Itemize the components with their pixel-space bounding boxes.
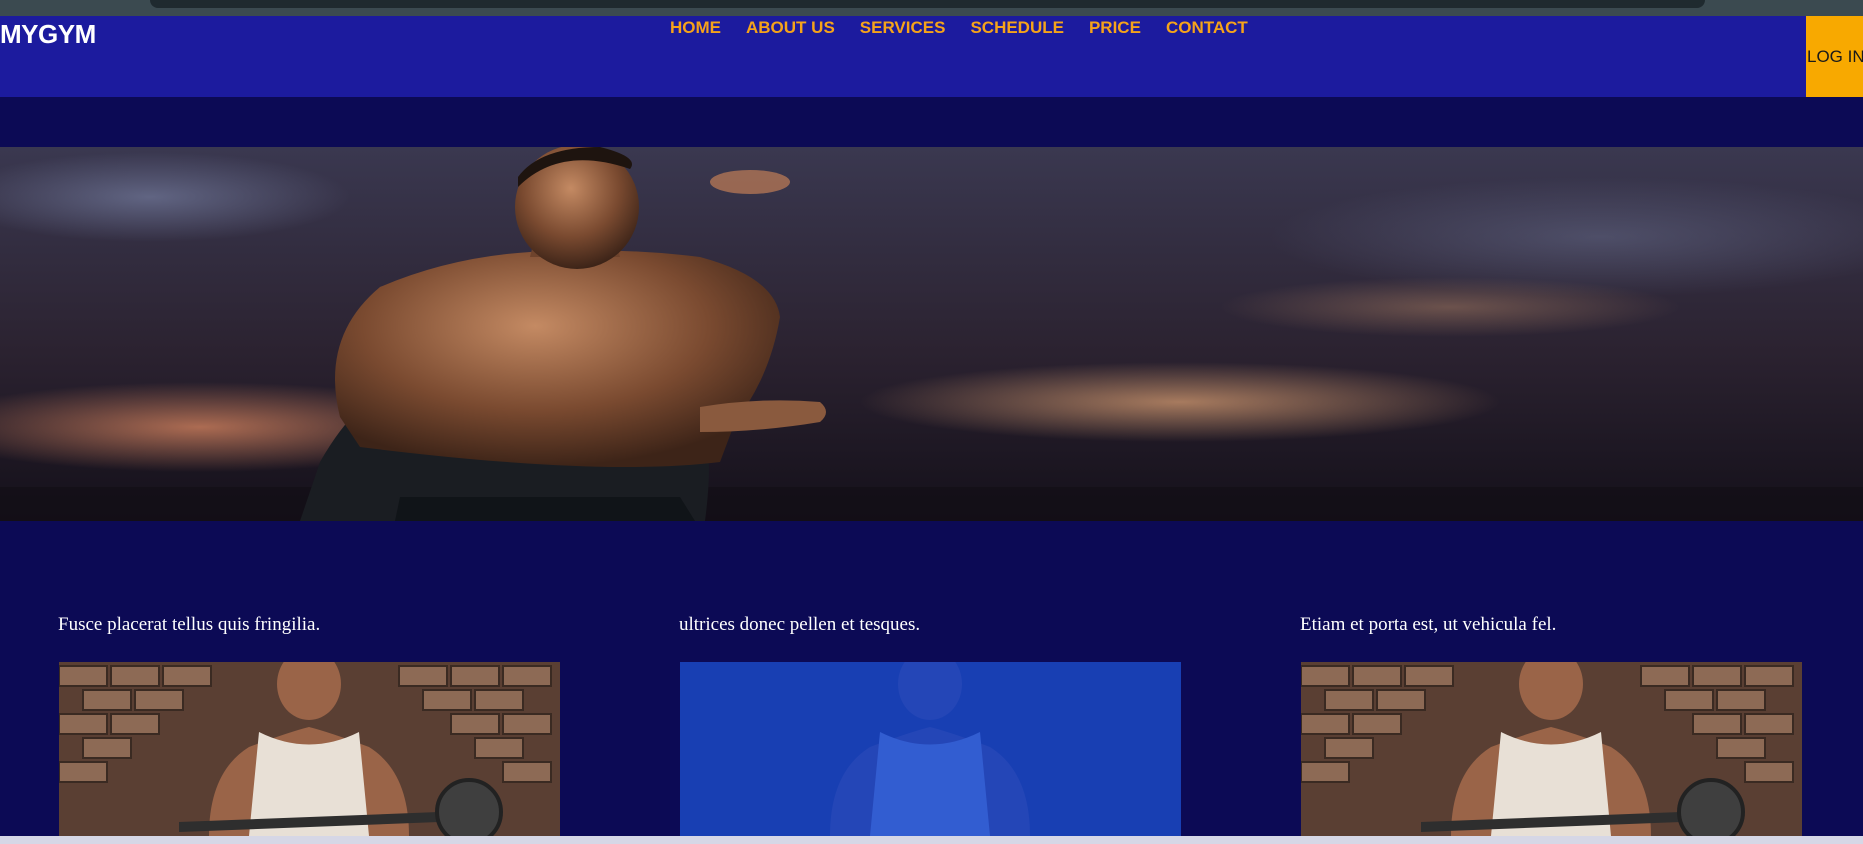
- browser-chrome-strip: [0, 0, 1863, 16]
- card-title-1: Fusce placerat tellus quis fringilia.: [58, 614, 321, 635]
- card-image-2[interactable]: [680, 662, 1181, 836]
- horizontal-scrollbar[interactable]: [0, 836, 1863, 844]
- nav-price[interactable]: PRICE: [1089, 18, 1141, 38]
- card-title-3: Etiam et porta est, ut vehicula fel.: [1300, 614, 1557, 635]
- hero-banner-image: [0, 147, 1863, 521]
- nav-about-us[interactable]: ABOUT US: [746, 18, 835, 38]
- card-image-1[interactable]: [59, 662, 560, 836]
- browser-address-bar[interactable]: [150, 0, 1705, 8]
- site-logo[interactable]: MYGYM: [0, 19, 96, 50]
- card-title-2: ultrices donec pellen et tesques.: [679, 614, 921, 635]
- login-button[interactable]: LOG IN: [1806, 16, 1863, 97]
- main-nav: HOME ABOUT US SERVICES SCHEDULE PRICE CO…: [670, 18, 1248, 38]
- nav-home[interactable]: HOME: [670, 18, 721, 38]
- site-header: MYGYM HOME ABOUT US SERVICES SCHEDULE PR…: [0, 16, 1863, 97]
- card-image-3[interactable]: [1301, 662, 1802, 836]
- nav-schedule[interactable]: SCHEDULE: [970, 18, 1064, 38]
- nav-services[interactable]: SERVICES: [860, 18, 946, 38]
- nav-contact[interactable]: CONTACT: [1166, 18, 1248, 38]
